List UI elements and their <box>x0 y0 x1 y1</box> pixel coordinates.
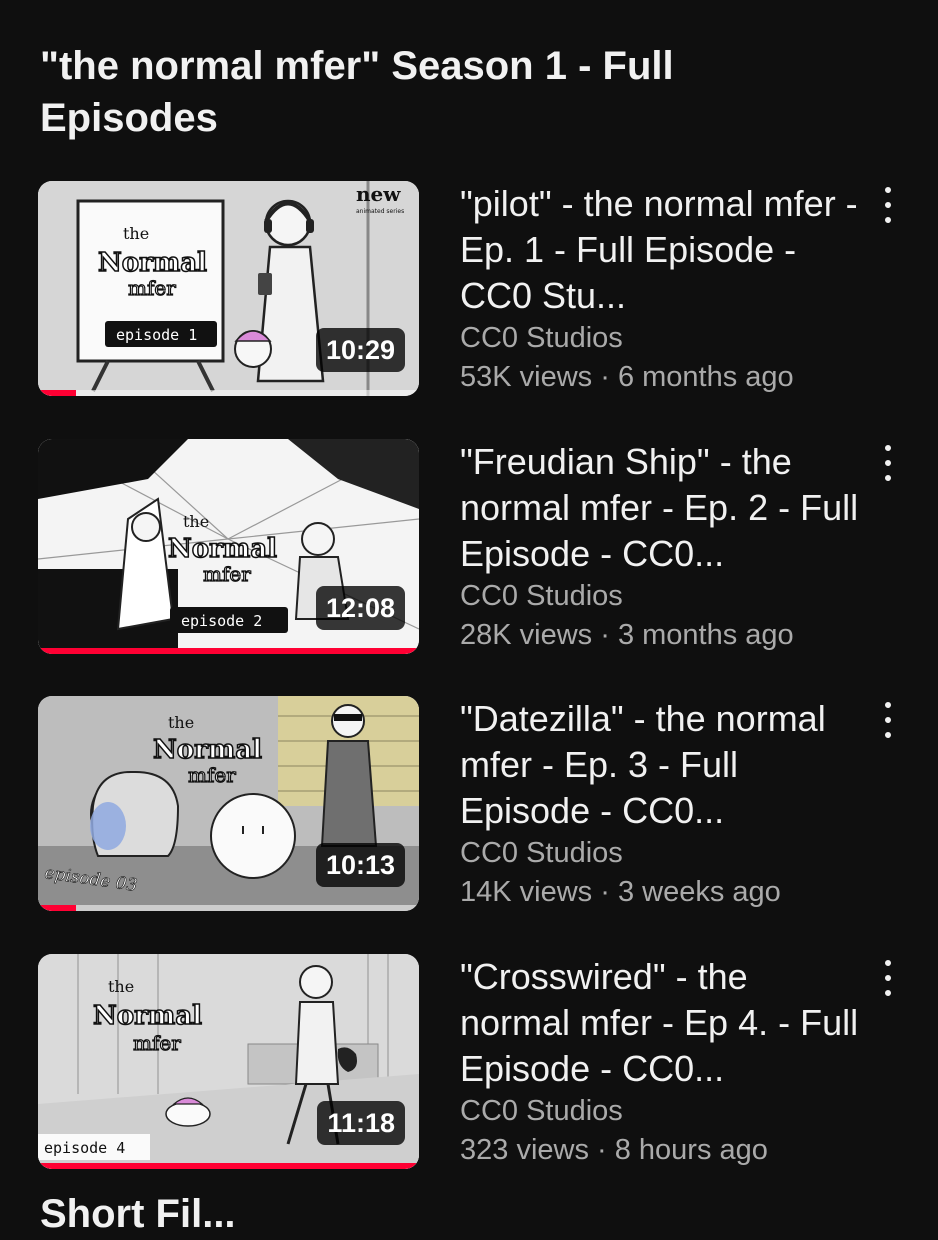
next-section-title: Short Fil... <box>40 1192 236 1236</box>
thumb-logo-line: Normal <box>93 1001 202 1031</box>
thumb-logo-line: the <box>123 224 149 243</box>
thumb-corner-label: new <box>356 182 401 206</box>
video-meta[interactable]: "Datezilla" - the normal mfer - Ep. 3 - … <box>460 696 860 912</box>
video-item-4[interactable]: the Normal mfer episode 4 11:18 "Crosswi… <box>0 954 938 1169</box>
thumb-logo-line: mfer <box>188 763 236 787</box>
thumb-logo-line: the <box>183 512 209 531</box>
video-item-3[interactable]: the Normal mfer episode 03 10:13 "Datezi… <box>0 696 938 911</box>
video-title[interactable]: "Freudian Ship" - the normal mfer - Ep. … <box>460 439 860 577</box>
thumb-logo-line: mfer <box>128 276 176 300</box>
video-title[interactable]: "Crosswired" - the normal mfer - Ep 4. -… <box>460 954 860 1092</box>
thumb-episode-label: episode 2 <box>181 612 262 630</box>
channel-name[interactable]: CC0 Studios <box>460 1092 860 1131</box>
video-meta[interactable]: "pilot" - the normal mfer - Ep. 1 - Full… <box>460 181 860 397</box>
thumb-logo-line: mfer <box>133 1031 181 1055</box>
watch-progress-fill <box>38 905 77 911</box>
video-title[interactable]: "Datezilla" - the normal mfer - Ep. 3 - … <box>460 696 860 834</box>
thumb-logo-line: the <box>168 713 194 732</box>
video-stats: 323 views · 8 hours ago <box>460 1134 768 1166</box>
video-duration: 12:08 <box>315 586 405 630</box>
channel-name[interactable]: CC0 Studios <box>460 577 860 616</box>
video-thumbnail[interactable]: the Normal mfer episode 4 11:18 <box>38 954 419 1169</box>
video-duration: 11:18 <box>317 1101 405 1145</box>
watch-progress <box>38 1163 419 1169</box>
watch-progress-fill <box>38 648 419 654</box>
thumb-episode-label: episode 4 <box>44 1139 125 1157</box>
video-meta[interactable]: "Crosswired" - the normal mfer - Ep 4. -… <box>460 954 860 1170</box>
thumb-corner-sublabel: animated series <box>356 208 404 215</box>
video-stats: 28K views · 3 months ago <box>460 619 794 651</box>
video-stats: 14K views · 3 weeks ago <box>460 876 781 908</box>
more-options-icon[interactable] <box>872 445 904 481</box>
more-options-icon[interactable] <box>872 702 904 738</box>
thumb-episode-label: episode 1 <box>116 326 197 344</box>
video-stats: 53K views · 6 months ago <box>460 361 794 393</box>
thumb-logo-line: Normal <box>153 735 262 765</box>
thumb-logo-line: Normal <box>98 248 207 278</box>
video-meta[interactable]: "Freudian Ship" - the normal mfer - Ep. … <box>460 439 860 655</box>
video-thumbnail[interactable]: the Normal mfer episode 03 10:13 <box>38 696 419 911</box>
thumb-logo-line: the <box>108 977 134 996</box>
video-item-2[interactable]: the Normal mfer episode 2 12:08 "Freudia… <box>0 439 938 654</box>
more-options-icon[interactable] <box>872 187 904 223</box>
channel-name[interactable]: CC0 Studios <box>460 834 860 873</box>
video-thumbnail[interactable]: the Normal mfer episode 1 new animated s… <box>38 181 419 396</box>
thumb-logo-line: Normal <box>168 534 277 564</box>
video-duration: 10:13 <box>315 843 405 887</box>
video-item-1[interactable]: the Normal mfer episode 1 new animated s… <box>0 181 938 396</box>
video-duration: 10:29 <box>315 328 405 372</box>
video-thumbnail[interactable]: the Normal mfer episode 2 12:08 <box>38 439 419 654</box>
watch-progress <box>38 905 419 911</box>
playlist-title: "the normal mfer" Season 1 - Full Episod… <box>40 44 674 140</box>
channel-name[interactable]: CC0 Studios <box>460 319 860 358</box>
watch-progress-fill <box>38 390 77 396</box>
more-options-icon[interactable] <box>872 960 904 996</box>
video-title[interactable]: "pilot" - the normal mfer - Ep. 1 - Full… <box>460 181 860 319</box>
watch-progress <box>38 648 419 654</box>
watch-progress <box>38 390 419 396</box>
watch-progress-fill <box>38 1163 419 1169</box>
thumb-logo-line: mfer <box>203 562 251 586</box>
